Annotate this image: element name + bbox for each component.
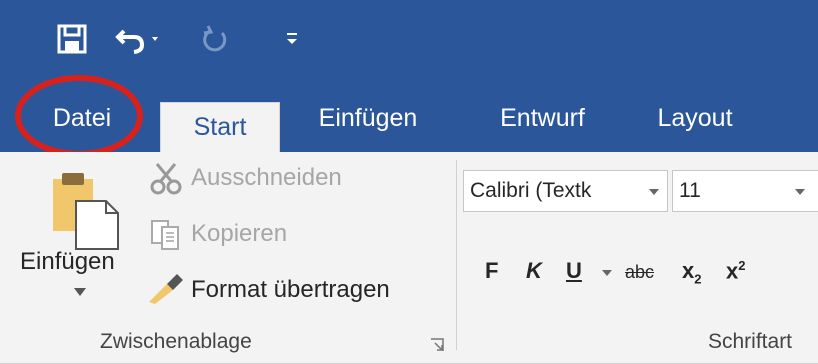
chevron-down-icon	[152, 37, 158, 41]
dialog-launcher-icon[interactable]	[430, 338, 444, 352]
title-bar	[0, 0, 818, 85]
copy-label: Kopieren	[191, 220, 288, 247]
tab-layout[interactable]: Layout	[640, 85, 750, 152]
subscript-label: x	[682, 258, 695, 283]
redo-button[interactable]	[195, 20, 235, 58]
tab-entwurf[interactable]: Entwurf	[480, 85, 605, 152]
bold-button[interactable]: F	[485, 258, 498, 284]
cut-label: Ausschneiden	[191, 164, 342, 191]
group-separator	[456, 160, 457, 350]
chevron-down-icon	[649, 189, 659, 195]
undo-icon	[115, 29, 158, 54]
superscript-label: x	[726, 258, 739, 284]
format-painter-label: Format übertragen	[191, 276, 390, 303]
chevron-down-icon	[795, 189, 805, 195]
highlight-circle	[15, 75, 143, 157]
chevron-down-icon	[74, 288, 86, 296]
underline-button[interactable]: U	[566, 258, 582, 284]
tab-einfuegen[interactable]: Einfügen	[298, 85, 438, 152]
strikethrough-button[interactable]: abc	[625, 262, 654, 283]
save-icon	[57, 24, 87, 54]
font-name-value: Calibri (Textk	[470, 179, 592, 202]
subscript-button[interactable]: x2	[682, 258, 701, 286]
paste-label: Einfügen	[20, 248, 115, 275]
paste-button[interactable]: Einfügen	[10, 160, 140, 300]
scissors-icon	[150, 163, 182, 195]
superscript-index: 2	[738, 258, 746, 273]
format-painter-icon	[149, 274, 183, 304]
tab-start[interactable]: Start	[160, 102, 280, 152]
save-button[interactable]	[52, 20, 92, 58]
italic-button[interactable]: K	[526, 258, 542, 284]
format-painter-button[interactable]: Format übertragen	[145, 268, 445, 308]
copy-button[interactable]: Kopieren	[145, 214, 375, 254]
customize-qat-button[interactable]	[280, 20, 304, 58]
font-size-value: 11	[679, 179, 701, 202]
superscript-button[interactable]: x2	[726, 258, 745, 284]
customize-qat-icon	[287, 33, 297, 44]
clipboard-group-label: Zwischenablage	[100, 330, 252, 353]
font-group-label: Schriftart	[708, 330, 793, 353]
font-size-combo[interactable]: 11	[672, 170, 818, 212]
font-name-combo[interactable]: Calibri (Textk	[463, 170, 668, 212]
redo-icon	[203, 25, 227, 52]
cut-button[interactable]: Ausschneiden	[145, 160, 375, 200]
undo-button[interactable]	[110, 20, 168, 58]
subscript-index: 2	[694, 271, 702, 287]
chevron-down-icon[interactable]	[602, 270, 612, 276]
copy-icon	[151, 220, 179, 250]
clipboard-icon	[53, 173, 119, 250]
